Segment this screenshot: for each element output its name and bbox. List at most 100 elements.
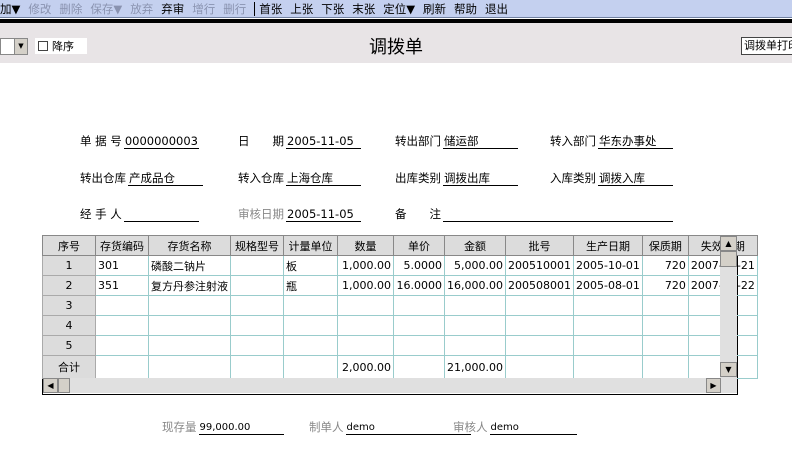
table-cell[interactable] (444, 335, 506, 356)
table-cell[interactable] (148, 335, 231, 356)
table-cell[interactable] (572, 335, 643, 356)
field-value[interactable] (443, 208, 673, 222)
toolbar-nav-button[interactable]: 末张 (352, 1, 375, 17)
table-row[interactable]: 3 (42, 295, 758, 316)
table-cell[interactable] (504, 355, 574, 379)
table-cell[interactable]: 1 (42, 255, 96, 276)
table-cell[interactable]: 720 (641, 275, 689, 296)
toolbar-button[interactable]: 加▼ (0, 1, 20, 17)
column-header[interactable]: 金额 (444, 235, 506, 256)
table-cell[interactable] (641, 315, 689, 336)
column-header[interactable]: 序号 (42, 235, 96, 256)
column-header[interactable]: 计量单位 (283, 235, 338, 256)
field-value[interactable]: 调拨入库 (598, 172, 673, 186)
vertical-scrollbar[interactable]: ▲ ▼ (720, 236, 737, 378)
table-cell[interactable] (641, 295, 689, 316)
table-cell[interactable] (95, 355, 149, 379)
table-row[interactable]: 5 (42, 335, 758, 356)
table-cell[interactable]: 复方丹参注射液 (148, 275, 231, 296)
table-cell[interactable] (230, 255, 284, 276)
toolbar-nav-button[interactable]: 定位▼ (383, 1, 415, 17)
table-cell[interactable] (337, 295, 394, 316)
table-cell[interactable] (444, 295, 506, 316)
table-cell[interactable] (572, 315, 643, 336)
scroll-right-icon[interactable]: ▶ (706, 378, 721, 393)
table-cell[interactable] (393, 335, 445, 356)
toolbar-button[interactable]: 保存▼ (90, 1, 122, 17)
field-value[interactable]: 上海仓库 (286, 172, 361, 186)
toolbar-nav-button[interactable]: 刷新 (423, 1, 446, 17)
column-header[interactable]: 批号 (504, 235, 574, 256)
table-cell[interactable]: 200510001 (504, 255, 574, 276)
table-cell[interactable] (95, 315, 149, 336)
table-cell[interactable]: 1,000.00 (337, 255, 394, 276)
table-cell[interactable]: 3 (42, 295, 96, 316)
toolbar-nav-button[interactable]: 退出 (485, 1, 508, 17)
table-cell[interactable]: 瓶 (283, 275, 338, 296)
table-cell[interactable]: 1,000.00 (337, 275, 394, 296)
table-cell[interactable] (283, 355, 338, 379)
table-cell[interactable] (393, 355, 445, 379)
table-cell[interactable]: 板 (283, 255, 338, 276)
table-cell[interactable] (641, 335, 689, 356)
column-header[interactable]: 存货编码 (95, 235, 149, 256)
toolbar-nav-button[interactable]: 首张 (259, 1, 282, 17)
table-cell[interactable] (148, 315, 231, 336)
toolbar-button[interactable]: 修改 (28, 1, 51, 17)
field-value[interactable]: 0000000003 (123, 135, 199, 149)
table-cell[interactable] (504, 315, 574, 336)
horizontal-scrollbar[interactable]: ◀ ▶ (43, 378, 737, 393)
table-cell[interactable] (95, 335, 149, 356)
field-value[interactable]: 产成品仓 (128, 172, 203, 186)
table-cell[interactable] (641, 355, 689, 379)
table-row[interactable]: 合计 2,000.00 21,000.00 (42, 355, 758, 379)
toolbar-button[interactable]: 删除 (59, 1, 82, 17)
field-value[interactable]: 调拨出库 (443, 172, 518, 186)
table-cell[interactable]: 21,000.00 (444, 355, 506, 379)
field-value[interactable]: 华东办事处 (598, 135, 673, 149)
scroll-up-icon[interactable]: ▲ (720, 236, 737, 251)
table-cell[interactable] (393, 315, 445, 336)
toolbar-nav-button[interactable]: 下张 (321, 1, 344, 17)
table-row[interactable]: 4 (42, 315, 758, 336)
table-cell[interactable]: 5 (42, 335, 96, 356)
table-cell[interactable]: 2005-10-01 (572, 255, 643, 276)
table-cell[interactable]: 2,000.00 (337, 355, 394, 379)
table-cell[interactable] (572, 355, 643, 379)
field-value[interactable]: 2005-11-05 (286, 135, 361, 149)
table-row[interactable]: 1 301 磷酸二钠片 板 1,000.00 5.0000 5,000.00 20051000… (42, 255, 758, 276)
toolbar-button[interactable]: 增行 (192, 1, 215, 17)
table-cell[interactable] (504, 335, 574, 356)
table-cell[interactable] (148, 295, 231, 316)
column-header[interactable]: 保质期 (641, 235, 689, 256)
field-value[interactable] (123, 208, 199, 222)
table-cell[interactable]: 5,000.00 (444, 255, 506, 276)
field-value[interactable]: 2005-11-05 (286, 208, 361, 222)
table-cell[interactable]: 351 (95, 275, 149, 296)
table-cell[interactable]: 16,000.00 (444, 275, 506, 296)
table-cell[interactable]: 4 (42, 315, 96, 336)
toolbar-button[interactable]: 删行 (223, 1, 246, 17)
table-cell[interactable] (283, 335, 338, 356)
table-cell[interactable]: 磷酸二钠片 (148, 255, 231, 276)
column-header[interactable]: 生产日期 (572, 235, 643, 256)
table-cell[interactable] (504, 295, 574, 316)
toolbar-button[interactable]: 弃审 (161, 1, 184, 17)
table-cell[interactable]: 16.0000 (393, 275, 445, 296)
table-cell[interactable]: 5.0000 (393, 255, 445, 276)
table-cell[interactable] (95, 295, 149, 316)
table-cell[interactable] (230, 335, 284, 356)
table-cell[interactable] (230, 295, 284, 316)
scroll-down-icon[interactable]: ▼ (720, 362, 737, 377)
table-cell[interactable] (337, 315, 394, 336)
table-row[interactable]: 2 351 复方丹参注射液瓶 1,000.00 16.0000 16,000.00 2005… (42, 275, 758, 296)
table-cell[interactable] (230, 275, 284, 296)
column-header[interactable]: 存货名称 (148, 235, 231, 256)
field-value[interactable]: 储运部 (443, 135, 518, 149)
table-cell[interactable] (572, 295, 643, 316)
table-cell[interactable]: 合计 (42, 355, 96, 379)
table-cell[interactable]: 2005-08-01 (572, 275, 643, 296)
toolbar-nav-button[interactable]: 上张 (290, 1, 313, 17)
table-cell[interactable]: 301 (95, 255, 149, 276)
scroll-left-icon[interactable]: ◀ (43, 378, 58, 393)
